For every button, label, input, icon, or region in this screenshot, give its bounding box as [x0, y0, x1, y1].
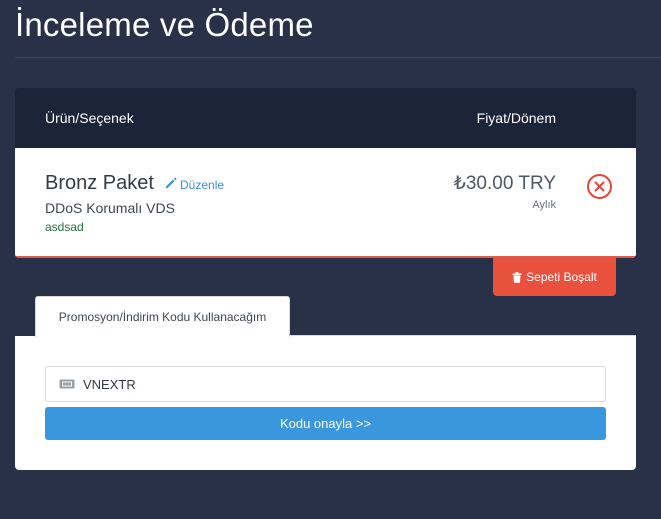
promo-panel: Kodu onayla >>: [15, 336, 636, 470]
cart-item-row: Bronz Paket Düzenle DDoS Korumalı VDS as…: [15, 148, 636, 258]
price-column-header: Fiyat/Dönem: [476, 110, 556, 126]
product-name: Bronz Paket: [45, 172, 154, 194]
edit-product-link[interactable]: Düzenle: [165, 177, 224, 192]
remove-item-button[interactable]: [587, 174, 612, 199]
validate-code-button[interactable]: Kodu onayla >>: [45, 407, 606, 440]
item-price: ₺30.00 TRY: [453, 173, 556, 194]
promo-code-field: [45, 366, 606, 402]
empty-cart-label: Sepeti Boşalt: [526, 270, 597, 284]
close-icon: [594, 181, 605, 192]
tab-promo-code[interactable]: Promosyon/İndirim Kodu Kullanacağım: [35, 296, 290, 337]
pencil-icon: [165, 177, 177, 192]
ticket-icon: [59, 378, 75, 390]
title-divider: [15, 57, 661, 58]
trash-icon: [512, 271, 522, 283]
product-domain: asdsad: [45, 220, 84, 234]
cart-table: Ürün/Seçenek Fiyat/Dönem Bronz Paket Düz…: [15, 88, 636, 258]
product-column-header: Ürün/Seçenek: [45, 110, 134, 126]
product-group: DDoS Korumalı VDS: [45, 200, 175, 216]
promo-code-input[interactable]: [83, 376, 563, 392]
cart-table-header: Ürün/Seçenek Fiyat/Dönem: [15, 88, 636, 148]
billing-cycle: Aylık: [532, 199, 556, 211]
page-title: İnceleme ve Ödeme: [15, 6, 314, 43]
edit-link-label: Düzenle: [180, 177, 225, 192]
empty-cart-button[interactable]: Sepeti Boşalt: [493, 258, 616, 296]
